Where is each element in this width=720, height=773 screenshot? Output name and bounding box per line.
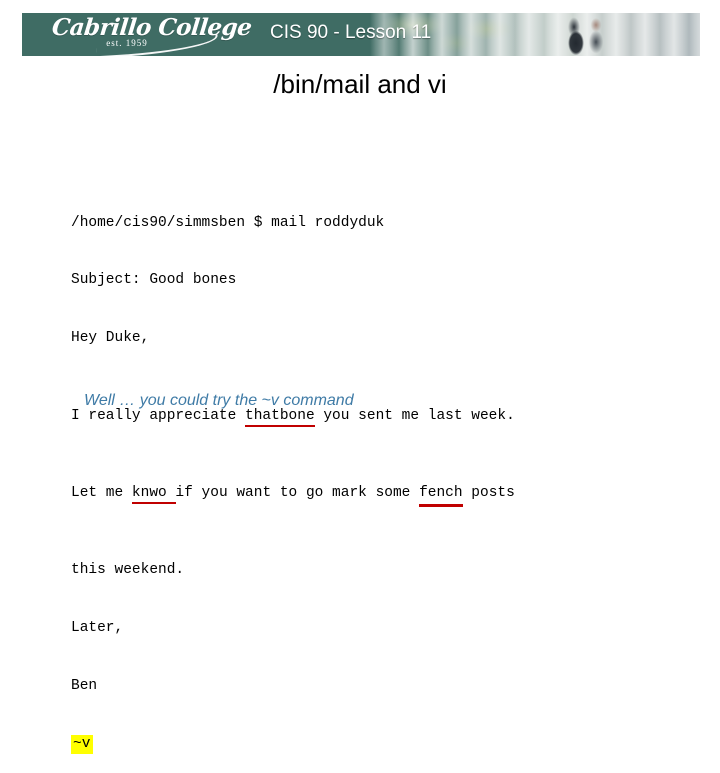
mail-line-signoff: Later, — [71, 619, 124, 636]
header-banner: Cabrillo College est. 1959 CIS 90 - Less… — [22, 13, 700, 56]
misspelled-word-fench: fench — [419, 484, 463, 508]
page-title: /bin/mail and vi — [273, 69, 447, 99]
mail-line-command: /home/cis90/simmsben $ mail roddyduk — [71, 214, 385, 231]
mail-line-signature: Ben — [71, 677, 98, 694]
highlighted-vi-command: ~v — [71, 734, 94, 754]
mail-line-body-2: Let me knwo if you want to go mark some … — [71, 484, 515, 508]
mail-line-subject: Subject: Good bones — [71, 272, 237, 289]
mail-line-body-3: this weekend. — [71, 561, 185, 578]
misspelled-word-knwo: knwo — [131, 484, 176, 505]
course-lesson-title: CIS 90 - Lesson 11 — [270, 22, 432, 43]
mail-session-transcript: /home/cis90/simmsben $ mail roddyduk Sub… — [71, 175, 515, 773]
mail-text-segment: Let me — [71, 484, 132, 501]
mail-line-greeting: Hey Duke, — [71, 330, 150, 347]
mail-line-vi-escape: ~v — [71, 734, 515, 754]
mail-text-segment: if you want to go mark some — [166, 484, 420, 501]
instructor-caption: Well … you could try the ~v command — [84, 392, 354, 409]
cabrillo-college-logo: Cabrillo College est. 1959 — [51, 14, 253, 56]
mail-text-segment: posts — [462, 484, 515, 501]
